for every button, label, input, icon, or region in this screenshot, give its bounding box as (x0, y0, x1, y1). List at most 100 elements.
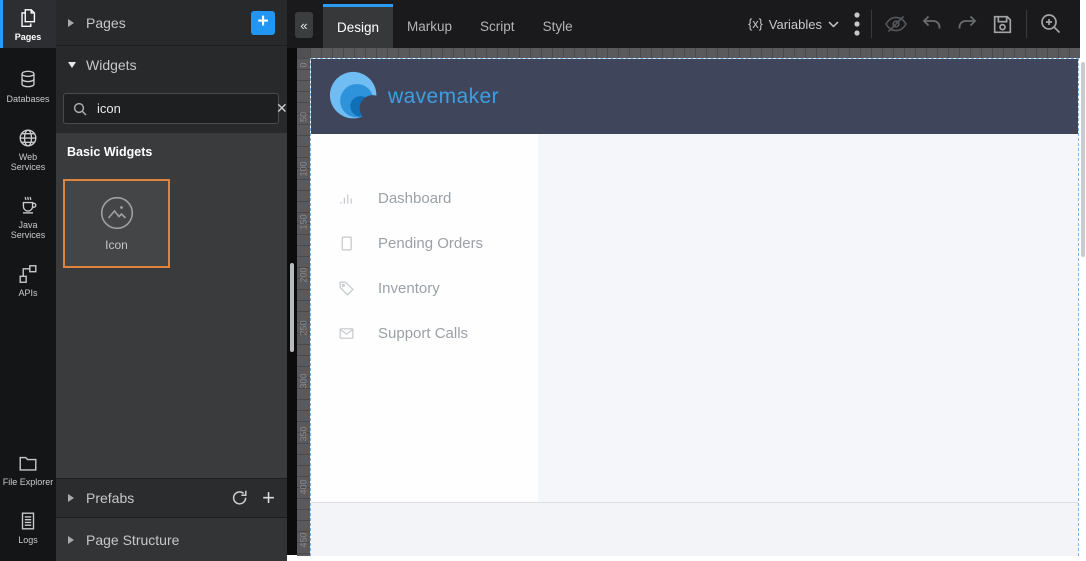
tag-icon (338, 280, 355, 297)
vertical-ruler: 0 50 100 150 200 250 300 350 400 450 (297, 58, 310, 556)
sidebar-item-label: Java Services (10, 220, 46, 240)
bar-chart-icon (338, 190, 355, 207)
logo-text: wavemaker (388, 84, 499, 108)
more-options-kebab-icon[interactable] (854, 11, 860, 37)
ruler-label: 150 (298, 214, 309, 230)
widgets-section-label: Widgets (86, 56, 137, 73)
rail-spacer (0, 304, 56, 445)
nav-item-label: Pending Orders (378, 235, 484, 252)
window-bottom-edge (287, 556, 1086, 561)
nav-item-label: Dashboard (378, 190, 452, 207)
variables-label: Variables (768, 16, 822, 32)
window-right-edge (1080, 0, 1086, 561)
toolbar-divider (871, 10, 872, 38)
left-rail: Pages Databases Web Services Java Servic… (0, 0, 56, 561)
ruler-label: 350 (298, 426, 309, 442)
database-icon (17, 69, 39, 91)
sidebar-item-logs[interactable]: Logs (0, 503, 56, 551)
widget-search-box[interactable]: ✕ (63, 93, 288, 124)
ruler-label: 250 (298, 320, 309, 336)
collapse-panel-button[interactable]: « (295, 12, 313, 38)
wavemaker-logo: wavemaker (329, 69, 499, 125)
globe-icon (17, 127, 39, 149)
pages-section-label: Pages (86, 14, 126, 31)
document-icon (338, 235, 355, 252)
tab-style[interactable]: Style (529, 4, 587, 48)
sidebar-item-label: Logs (18, 535, 38, 545)
chevron-down-icon (68, 61, 76, 68)
ruler-label: 100 (298, 161, 309, 177)
sidebar-item-label: Pages (14, 32, 42, 42)
folder-icon (17, 452, 39, 474)
page-structure-section-header[interactable]: Page Structure (56, 517, 287, 561)
coffee-icon (17, 195, 39, 217)
ruler-corner (297, 48, 310, 58)
wavemaker-wave-icon (329, 69, 381, 125)
canvas-content-area[interactable] (538, 134, 1078, 502)
icon-widget-tile[interactable]: Icon (63, 179, 170, 268)
chevron-right-icon (68, 536, 74, 544)
ruler-label: 450 (298, 532, 309, 548)
variables-dropdown[interactable]: {x} Variables (748, 17, 839, 32)
add-prefab-button[interactable]: + (262, 487, 275, 509)
sidebar-item-label: Databases (6, 94, 50, 104)
prefabs-section-label: Prefabs (86, 490, 135, 506)
sidebar-item-file-explorer[interactable]: File Explorer (0, 445, 56, 493)
log-file-icon (17, 510, 39, 532)
ruler-label: 0 (298, 62, 309, 68)
nav-item-pending-orders[interactable]: Pending Orders (311, 221, 538, 266)
pages-icon (17, 7, 39, 29)
chevron-down-icon (828, 20, 839, 28)
tab-script[interactable]: Script (466, 4, 529, 48)
nav-item-support-calls[interactable]: Support Calls (311, 311, 538, 356)
pages-section-header[interactable]: Pages + (56, 0, 287, 46)
prefabs-tools: + (231, 487, 275, 509)
toolbar-divider (1026, 10, 1027, 38)
zoom-in-icon[interactable] (1038, 11, 1064, 37)
sidebar-item-web-services[interactable]: Web Services (0, 120, 56, 178)
tab-design[interactable]: Design (323, 4, 394, 48)
panel-scrollbar-thumb[interactable] (290, 263, 294, 352)
widget-search-wrap: ✕ (56, 83, 288, 136)
search-icon (73, 102, 87, 116)
canvas-footer[interactable] (311, 502, 1078, 556)
refresh-prefabs-icon[interactable] (231, 489, 249, 507)
canvas-body: Dashboard Pending Orders Inventory Suppo… (311, 134, 1078, 502)
sidebar-item-apis[interactable]: APIs (0, 256, 56, 304)
prefabs-section-header[interactable]: Prefabs + (56, 478, 287, 517)
ruler-label: 200 (298, 267, 309, 283)
canvas-scrollbar-thumb[interactable] (1081, 62, 1085, 257)
undo-icon[interactable] (920, 12, 944, 36)
canvas-left-nav[interactable]: Dashboard Pending Orders Inventory Suppo… (311, 134, 538, 502)
editor-toolbar: « Design Markup Script Style {x} Variabl… (287, 0, 1080, 48)
widgets-section-header[interactable]: Widgets (56, 46, 287, 83)
nav-item-label: Inventory (378, 280, 440, 297)
panel-gap-strip (287, 48, 297, 555)
wavemaker-studio-window: Pages Databases Web Services Java Servic… (0, 0, 1086, 561)
tab-markup[interactable]: Markup (393, 4, 466, 48)
widget-search-input[interactable] (95, 100, 275, 117)
widget-results-region: Basic Widgets Icon (56, 133, 287, 478)
redo-icon[interactable] (955, 12, 979, 36)
sidebar-item-label: File Explorer (2, 477, 54, 487)
sidebar-item-label: Web Services (10, 152, 46, 172)
save-icon[interactable] (990, 12, 1015, 37)
nav-item-dashboard[interactable]: Dashboard (311, 176, 538, 221)
sidebar-item-pages[interactable]: Pages (0, 0, 56, 48)
canvas-app-header[interactable]: wavemaker (311, 59, 1078, 134)
chevron-right-icon (68, 18, 74, 27)
toolbar-right-tools: {x} Variables (748, 0, 1064, 48)
sidebar-item-databases[interactable]: Databases (0, 62, 56, 110)
widgets-panel: Pages + Widgets ✕ Basic Widgets (56, 0, 288, 561)
basic-widgets-title: Basic Widgets (67, 145, 153, 159)
ruler-label: 400 (298, 479, 309, 495)
ruler-label: 50 (298, 112, 309, 123)
icon-widget-glyph (99, 195, 135, 231)
add-page-button[interactable]: + (251, 10, 275, 35)
sidebar-item-java-services[interactable]: Java Services (0, 188, 56, 246)
nav-item-inventory[interactable]: Inventory (311, 266, 538, 311)
design-canvas[interactable]: wavemaker Dashboard Pending Orders Inven… (310, 58, 1079, 556)
widget-tile-label: Icon (105, 238, 128, 252)
variables-icon: {x} (748, 17, 763, 31)
preview-eye-off-icon[interactable] (883, 11, 909, 37)
